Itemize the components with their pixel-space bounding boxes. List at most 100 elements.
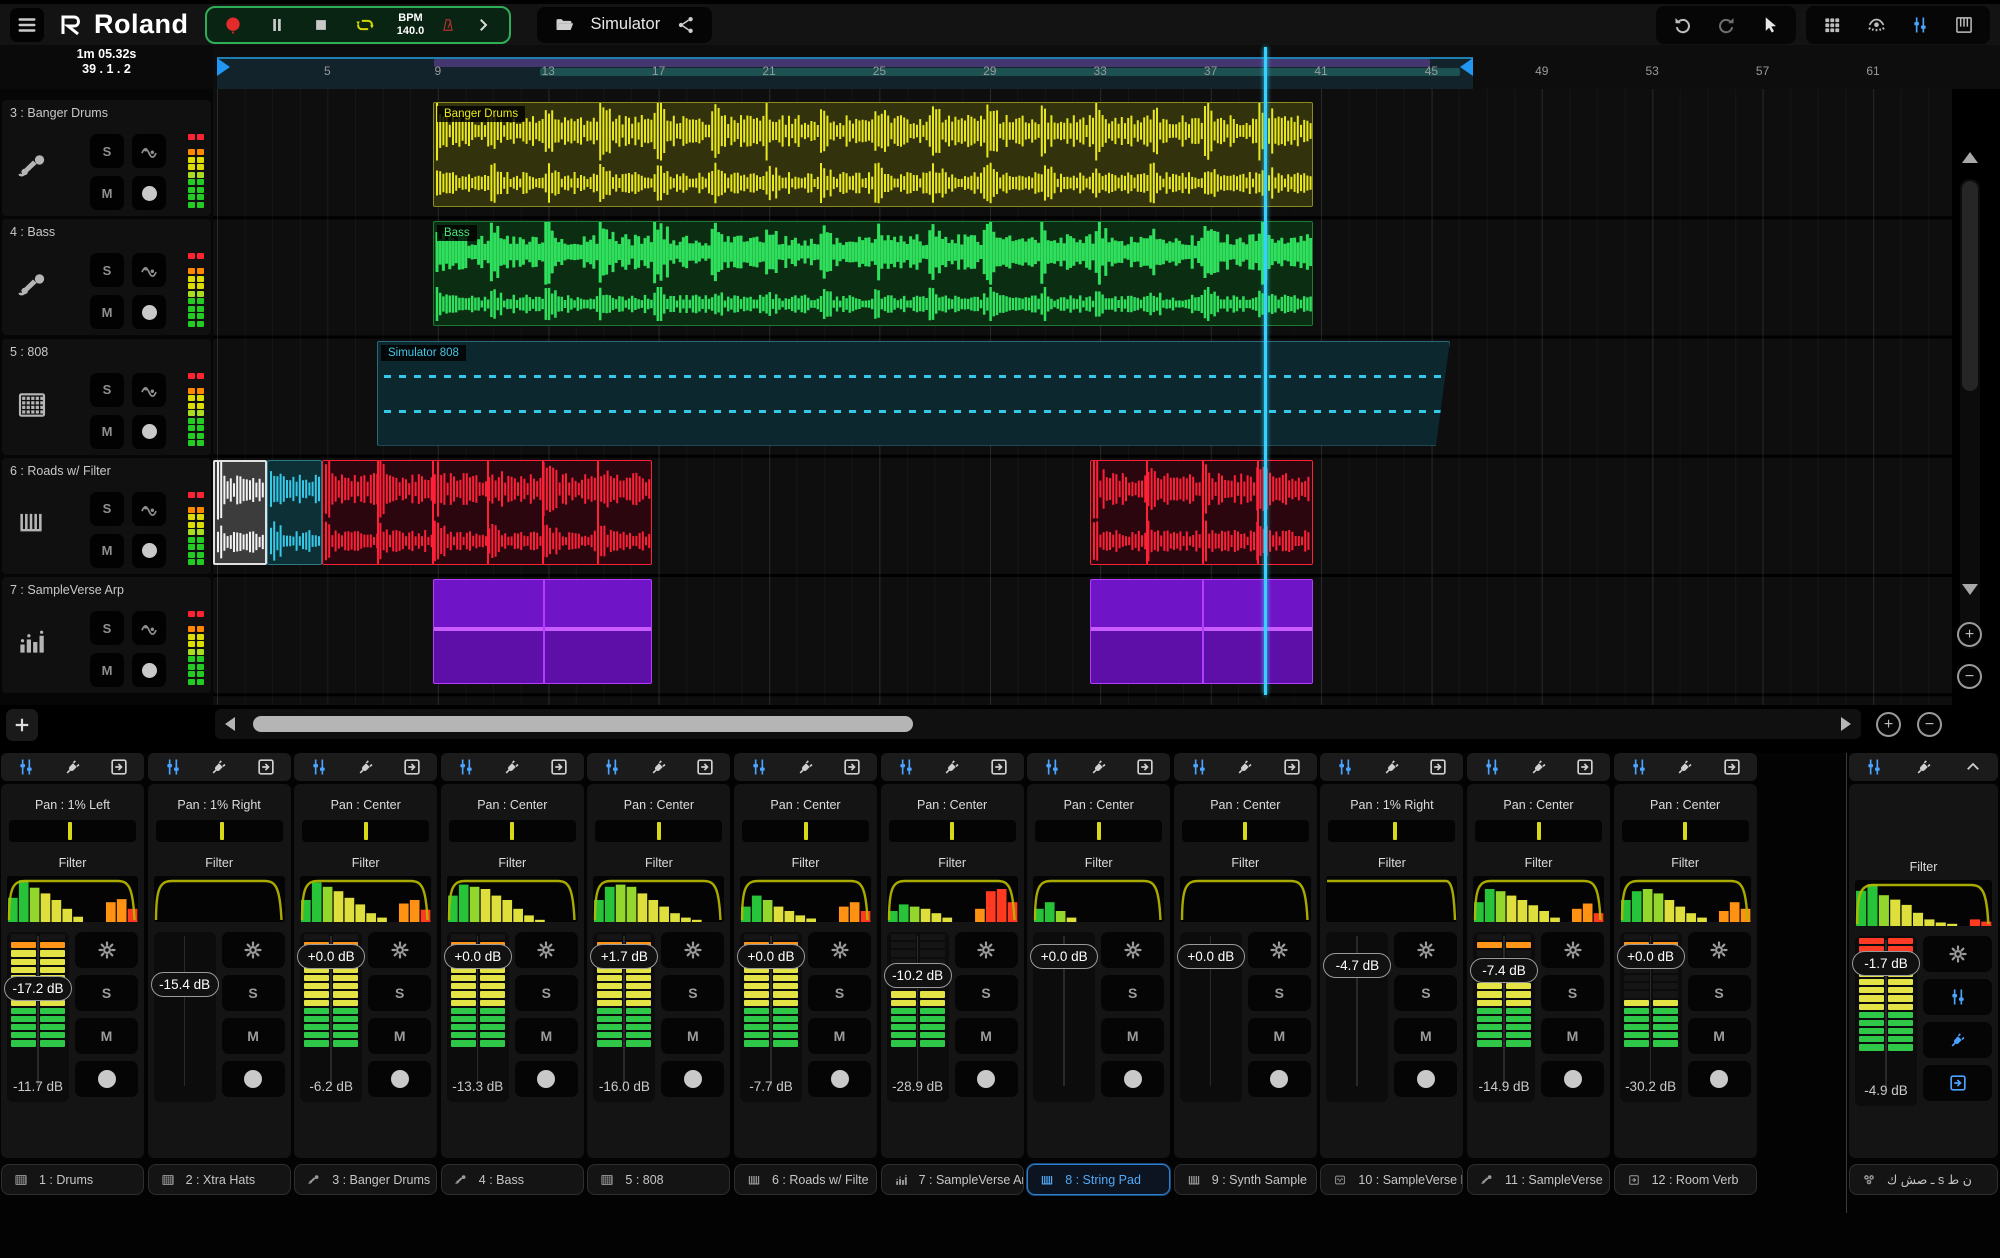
clip-banger-drums[interactable]: Banger Drums <box>433 102 1313 207</box>
channel-name-button[interactable]: 9 : Synth Sample <box>1174 1164 1317 1195</box>
track-record-arm-button[interactable] <box>132 534 166 568</box>
zoom-in-horizontal-button[interactable]: + <box>1876 712 1901 737</box>
track-automation-button[interactable] <box>132 492 166 526</box>
strip-mute-button[interactable]: M <box>1688 1018 1751 1054</box>
fader-value-badge[interactable]: +0.0 dB <box>1617 944 1685 969</box>
filter-spectrum[interactable] <box>447 876 578 922</box>
channel-name-button[interactable]: 1 : Drums <box>1 1164 144 1195</box>
track-mute-button[interactable]: M <box>90 534 124 568</box>
strip-settings-button[interactable] <box>75 932 138 968</box>
fader-track[interactable]: +0.0 dB-30.2 dB <box>1620 932 1682 1102</box>
pause-button[interactable] <box>255 9 299 41</box>
strip-solo-button[interactable]: S <box>368 975 431 1011</box>
strip-mute-button[interactable]: M <box>1541 1018 1604 1054</box>
fader-value-badge[interactable]: -4.7 dB <box>1323 953 1391 978</box>
vertical-scrollbar-thumb[interactable] <box>1962 181 1978 391</box>
strip-send-button[interactable] <box>984 755 1014 779</box>
strip-settings-button[interactable] <box>955 932 1018 968</box>
filter-spectrum[interactable] <box>1855 880 1992 926</box>
record-button[interactable] <box>211 9 255 41</box>
channel-name-button[interactable]: 8 : String Pad <box>1027 1164 1170 1195</box>
filter-spectrum[interactable] <box>1473 876 1604 922</box>
strip-send-button[interactable] <box>837 755 867 779</box>
strip-eq-button[interactable] <box>744 755 774 779</box>
strip-eq-button[interactable] <box>158 755 188 779</box>
transport-expand-button[interactable] <box>461 9 505 41</box>
loop-start-marker[interactable] <box>217 58 230 76</box>
monitor-view-button[interactable] <box>1856 9 1896 41</box>
strip-settings-button[interactable] <box>1248 932 1311 968</box>
filter-spectrum[interactable] <box>1620 876 1751 922</box>
strip-settings-button[interactable] <box>1541 932 1604 968</box>
strip-settings-button[interactable] <box>515 932 578 968</box>
track-automation-button[interactable] <box>132 134 166 168</box>
zoom-in-vertical-button[interactable]: + <box>1957 622 1982 647</box>
playhead[interactable] <box>1264 47 1267 695</box>
fader-value-badge[interactable]: +0.0 dB <box>1030 944 1098 969</box>
track-automation-button[interactable] <box>132 611 166 645</box>
plug-button[interactable] <box>644 755 674 779</box>
track-mute-button[interactable]: M <box>90 295 124 329</box>
track-automation-button[interactable] <box>132 253 166 287</box>
clip-purple[interactable] <box>433 579 652 684</box>
strip-eq-button[interactable] <box>1184 755 1214 779</box>
pointer-tool-button[interactable] <box>1750 9 1790 41</box>
channel-name-button[interactable]: 4 : Bass <box>441 1164 584 1195</box>
strip-mute-button[interactable]: M <box>1248 1018 1311 1054</box>
strip-eq-button[interactable] <box>1477 755 1507 779</box>
strip-send-button[interactable] <box>251 755 281 779</box>
scroll-down-button[interactable] <box>1954 575 1986 603</box>
zoom-out-vertical-button[interactable]: − <box>1957 664 1982 689</box>
strip-mute-button[interactable]: M <box>955 1018 1018 1054</box>
loop-button[interactable] <box>343 9 387 41</box>
plug-button[interactable] <box>58 755 88 779</box>
timeline-ruler[interactable]: 5913172125293337414549535761 <box>213 45 2000 89</box>
strip-send-button[interactable] <box>544 755 574 779</box>
strip-send-button[interactable] <box>690 755 720 779</box>
strip-settings-button[interactable] <box>1688 932 1751 968</box>
clip-red[interactable] <box>322 460 652 565</box>
track-solo-button[interactable]: S <box>90 134 124 168</box>
track-record-arm-button[interactable] <box>132 176 166 210</box>
plug-button[interactable] <box>1524 755 1554 779</box>
add-track-button[interactable] <box>6 709 38 741</box>
track-record-arm-button[interactable] <box>132 415 166 449</box>
strip-solo-button[interactable]: S <box>222 975 285 1011</box>
scroll-up-button[interactable] <box>1954 143 1986 171</box>
strip-mute-button[interactable]: M <box>368 1018 431 1054</box>
filter-spectrum[interactable] <box>154 876 285 922</box>
bpm-display[interactable]: BPM 140.0 <box>387 12 435 37</box>
track-mute-button[interactable]: M <box>90 176 124 210</box>
channel-name-button[interactable]: 10 : SampleVerse Le <box>1320 1164 1463 1195</box>
track-automation-button[interactable] <box>132 373 166 407</box>
fader-value-badge[interactable]: +0.0 dB <box>297 944 365 969</box>
strip-settings-button[interactable] <box>808 932 871 968</box>
strip-send-button[interactable] <box>397 755 427 779</box>
strip-send-button[interactable] <box>1717 755 1747 779</box>
strip-record-arm-button[interactable] <box>1101 1061 1164 1097</box>
clip-red[interactable] <box>1090 460 1313 565</box>
strip-eq-button[interactable] <box>451 755 481 779</box>
track-header[interactable]: 4 : BassSM <box>2 219 211 335</box>
pan-slider[interactable] <box>1622 820 1749 842</box>
undo-button[interactable] <box>1662 9 1702 41</box>
strip-settings-button[interactable] <box>661 932 724 968</box>
scroll-right-button[interactable] <box>1841 717 1851 731</box>
strip-settings-button[interactable] <box>1101 932 1164 968</box>
fader-value-badge[interactable]: -7.4 dB <box>1470 958 1538 983</box>
master-send-button[interactable] <box>1923 1065 1992 1101</box>
strip-mute-button[interactable]: M <box>515 1018 578 1054</box>
plug-button[interactable] <box>1230 755 1260 779</box>
strip-record-arm-button[interactable] <box>808 1061 871 1097</box>
plug-button[interactable] <box>937 755 967 779</box>
track-solo-button[interactable]: S <box>90 492 124 526</box>
mixer-view-button[interactable] <box>1900 9 1940 41</box>
strip-eq-button[interactable] <box>891 755 921 779</box>
fader-track[interactable]: +1.7 dB-16.0 dB <box>593 932 655 1102</box>
folder-icon[interactable] <box>553 15 575 35</box>
strip-solo-button[interactable]: S <box>1688 975 1751 1011</box>
strip-settings-button[interactable] <box>368 932 431 968</box>
clip-simulator-808[interactable]: Simulator 808 <box>377 341 1450 446</box>
track-header[interactable]: 3 : Banger DrumsSM <box>2 100 211 216</box>
channel-name-button[interactable]: 3 : Banger Drums <box>294 1164 437 1195</box>
